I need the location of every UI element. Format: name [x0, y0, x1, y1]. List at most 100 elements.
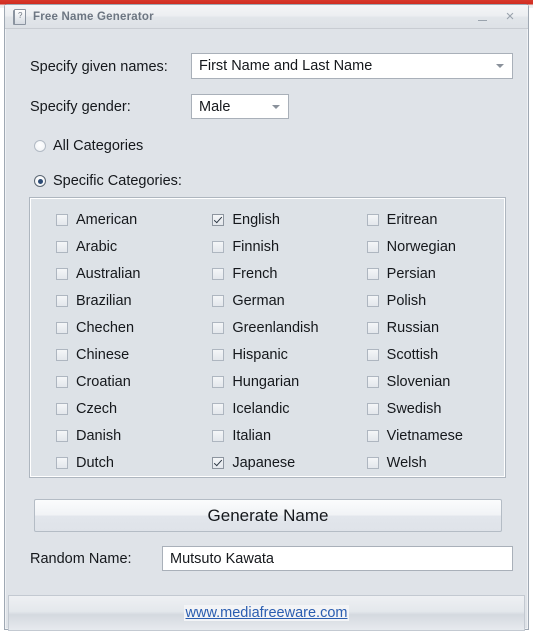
category-checkbox-welsh[interactable]: Welsh: [367, 449, 505, 476]
category-checkbox-arabic[interactable]: Arabic: [56, 233, 188, 260]
checkbox-unchecked-icon: [367, 214, 379, 226]
category-checkbox-chechen[interactable]: Chechen: [56, 314, 188, 341]
category-checkbox-american[interactable]: American: [56, 206, 188, 233]
category-label: Vietnamese: [387, 428, 463, 444]
category-checkbox-german[interactable]: German: [212, 287, 346, 314]
category-label: English: [232, 212, 280, 228]
radio-all-categories[interactable]: All Categories: [34, 138, 143, 154]
category-label: Danish: [76, 428, 121, 444]
generate-name-button[interactable]: Generate Name: [34, 499, 502, 532]
category-checkbox-danish[interactable]: Danish: [56, 422, 188, 449]
category-checkbox-czech[interactable]: Czech: [56, 395, 188, 422]
category-checkbox-japanese[interactable]: Japanese: [212, 449, 346, 476]
category-checkbox-brazilian[interactable]: Brazilian: [56, 287, 188, 314]
category-label: Hungarian: [232, 374, 299, 390]
minimize-icon: [478, 20, 487, 21]
checkbox-unchecked-icon: [367, 322, 379, 334]
category-label: Persian: [387, 266, 436, 282]
category-label: Hispanic: [232, 347, 288, 363]
category-checkbox-chinese[interactable]: Chinese: [56, 341, 188, 368]
category-checkbox-australian[interactable]: Australian: [56, 260, 188, 287]
category-checkbox-persian[interactable]: Persian: [367, 260, 505, 287]
radio-icon: [34, 140, 46, 152]
radio-specific-categories-label: Specific Categories:: [53, 173, 182, 189]
checkbox-unchecked-icon: [56, 214, 68, 226]
checkbox-unchecked-icon: [367, 295, 379, 307]
checkbox-unchecked-icon: [212, 241, 224, 253]
chevron-down-icon: [496, 64, 504, 68]
checkbox-unchecked-icon: [367, 241, 379, 253]
category-checkbox-croatian[interactable]: Croatian: [56, 368, 188, 395]
category-checkbox-french[interactable]: French: [212, 260, 346, 287]
category-checkbox-polish[interactable]: Polish: [367, 287, 505, 314]
category-label: Brazilian: [76, 293, 132, 309]
category-checkbox-russian[interactable]: Russian: [367, 314, 505, 341]
title-bar: ? Free Name Generator ×: [5, 5, 528, 29]
checkbox-unchecked-icon: [56, 376, 68, 388]
window-title: Free Name Generator: [33, 11, 154, 23]
checkbox-unchecked-icon: [56, 295, 68, 307]
category-label: Polish: [387, 293, 427, 309]
category-checkbox-greenlandish[interactable]: Greenlandish: [212, 314, 346, 341]
checkbox-unchecked-icon: [56, 457, 68, 469]
category-checkbox-dutch[interactable]: Dutch: [56, 449, 188, 476]
category-checkbox-eritrean[interactable]: Eritrean: [367, 206, 505, 233]
checkbox-unchecked-icon: [212, 268, 224, 280]
close-button[interactable]: ×: [496, 6, 524, 28]
radio-all-categories-label: All Categories: [53, 138, 143, 154]
categories-column-2: English Finnish French German Greenlandish Hi…: [188, 206, 346, 476]
categories-grid: American Arabic Australian Brazilian Chechen…: [30, 206, 505, 476]
checkbox-unchecked-icon: [56, 322, 68, 334]
category-label: Eritrean: [387, 212, 438, 228]
category-checkbox-hungarian[interactable]: Hungarian: [212, 368, 346, 395]
category-label: German: [232, 293, 284, 309]
checkbox-unchecked-icon: [367, 376, 379, 388]
category-label: Arabic: [76, 239, 117, 255]
category-label: Dutch: [76, 455, 114, 471]
checkbox-unchecked-icon: [56, 349, 68, 361]
category-checkbox-scottish[interactable]: Scottish: [367, 341, 505, 368]
given-names-dropdown[interactable]: First Name and Last Name: [191, 53, 513, 79]
random-name-label: Random Name:: [30, 551, 132, 567]
radio-selected-icon: [34, 175, 46, 187]
category-label: Norwegian: [387, 239, 456, 255]
close-icon: ×: [506, 8, 515, 25]
app-window: ? Free Name Generator × Specify given na…: [4, 4, 529, 630]
category-label: Slovenian: [387, 374, 451, 390]
category-label: Australian: [76, 266, 140, 282]
category-checkbox-norwegian[interactable]: Norwegian: [367, 233, 505, 260]
category-label: Swedish: [387, 401, 442, 417]
gender-label: Specify gender:: [30, 99, 131, 115]
category-checkbox-hispanic[interactable]: Hispanic: [212, 341, 346, 368]
category-checkbox-italian[interactable]: Italian: [212, 422, 346, 449]
checkbox-unchecked-icon: [212, 349, 224, 361]
checkbox-unchecked-icon: [56, 241, 68, 253]
gender-value: Male: [192, 99, 230, 115]
category-label: Czech: [76, 401, 117, 417]
minimize-button[interactable]: [468, 6, 496, 28]
category-label: Chinese: [76, 347, 129, 363]
footer-bar: www.mediafreeware.com: [8, 595, 525, 631]
checkbox-unchecked-icon: [212, 430, 224, 442]
category-checkbox-icelandic[interactable]: Icelandic: [212, 395, 346, 422]
checkbox-checked-icon: [212, 457, 224, 469]
checkbox-unchecked-icon: [212, 376, 224, 388]
category-checkbox-slovenian[interactable]: Slovenian: [367, 368, 505, 395]
category-label: Chechen: [76, 320, 134, 336]
category-label: Finnish: [232, 239, 279, 255]
given-names-value: First Name and Last Name: [192, 58, 372, 74]
category-label: American: [76, 212, 137, 228]
category-label: Icelandic: [232, 401, 289, 417]
category-checkbox-finnish[interactable]: Finnish: [212, 233, 346, 260]
website-link[interactable]: www.mediafreeware.com: [184, 605, 350, 621]
category-checkbox-swedish[interactable]: Swedish: [367, 395, 505, 422]
gender-dropdown[interactable]: Male: [191, 94, 289, 119]
checkbox-checked-icon: [212, 214, 224, 226]
random-name-value: Mutsuto Kawata: [170, 551, 274, 567]
category-checkbox-english[interactable]: English: [212, 206, 346, 233]
checkbox-unchecked-icon: [367, 457, 379, 469]
radio-specific-categories[interactable]: Specific Categories:: [34, 173, 182, 189]
checkbox-unchecked-icon: [212, 403, 224, 415]
category-checkbox-vietnamese[interactable]: Vietnamese: [367, 422, 505, 449]
random-name-input[interactable]: Mutsuto Kawata: [162, 546, 513, 571]
